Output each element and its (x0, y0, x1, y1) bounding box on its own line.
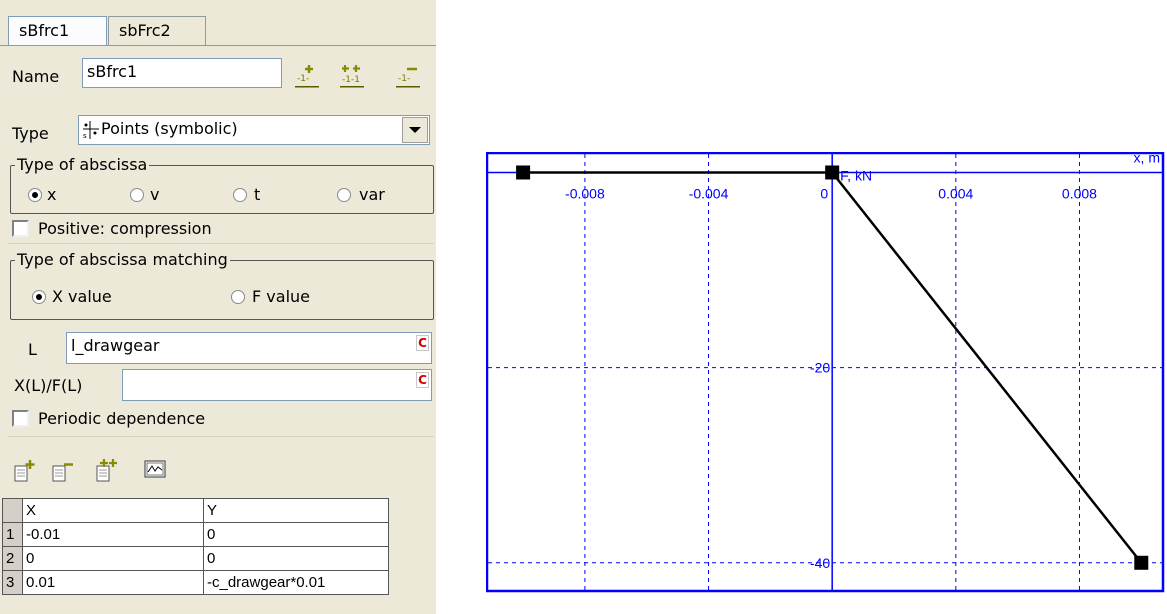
xf-c-button[interactable]: C (416, 372, 429, 388)
abscissa-group-title: Type of abscissa (15, 155, 150, 175)
radio-label-xvalue: X value (52, 287, 112, 306)
data-point (825, 165, 840, 180)
radio-matching-xvalue[interactable] (32, 290, 46, 304)
periodic-label: Periodic dependence (38, 409, 206, 428)
matching-group-title: Type of abscissa matching (15, 250, 230, 270)
radio-label-var: var (359, 185, 385, 204)
radio-abscissa-x[interactable] (28, 188, 42, 202)
name-input[interactable]: sBfrc1 (82, 58, 282, 88)
cell-x[interactable]: -0.01 (22, 522, 204, 547)
svg-text:-1-: -1- (398, 74, 410, 84)
y-tick-label: -40 (810, 555, 830, 571)
points-symbolic-icon: s (82, 120, 100, 144)
x-tick-label: 0.008 (1062, 185, 1097, 201)
add-row-icon[interactable] (12, 458, 38, 484)
row-number[interactable]: 2 (2, 546, 23, 571)
force-displacement-plot: -0.008 -0.004 0 0.004 0.008 -20 -40 x, m F, kN (486, 152, 1165, 593)
radio-label-x: x (47, 185, 57, 204)
settings-panel: sBfrc1 sbFrc2 Name sBfrc1 -1- -1-1 -1- T… (0, 0, 436, 614)
type-select[interactable]: s Points (symbolic) (78, 115, 430, 145)
add-frame-icon[interactable]: -1- (294, 62, 320, 88)
x-axis-label: x, m (1134, 152, 1160, 165)
points-table: X Y 1 -0.01 0 2 0 0 3 0.01 -c_drawgear*0… (2, 498, 389, 595)
svg-text:-1-1: -1-1 (342, 75, 360, 85)
table-row: 3 0.01 -c_drawgear*0.01 (2, 570, 389, 595)
radio-abscissa-var[interactable] (337, 188, 351, 202)
insert-rows-icon[interactable] (94, 458, 120, 484)
type-label: Type (12, 124, 49, 143)
radio-abscissa-t[interactable] (233, 188, 247, 202)
positive-compression-checkbox[interactable] (12, 220, 29, 237)
delete-row-icon[interactable] (50, 458, 76, 484)
corner-cell (2, 498, 23, 523)
svg-text:-1-: -1- (297, 74, 309, 84)
cell-y[interactable]: 0 (203, 546, 389, 571)
radio-label-fvalue: F value (252, 287, 310, 306)
radio-label-v: v (150, 185, 160, 204)
y-tick-label: -20 (810, 360, 830, 376)
periodic-checkbox[interactable] (12, 410, 29, 427)
column-header-y[interactable]: Y (203, 498, 389, 523)
cell-y[interactable]: -c_drawgear*0.01 (203, 570, 389, 595)
remove-frame-icon[interactable]: -1- (395, 62, 421, 88)
x-tick-label: 0.004 (938, 185, 973, 201)
divider (8, 243, 434, 244)
l-label: L (28, 340, 37, 359)
radio-label-t: t (254, 185, 261, 204)
xf-input[interactable]: C (122, 369, 432, 401)
x-tick-label: 0 (820, 185, 828, 201)
l-value: l_drawgear (71, 336, 160, 355)
positive-compression-label: Positive: compression (38, 219, 212, 238)
table-row: 2 0 0 (2, 546, 389, 571)
xf-label: X(L)/F(L) (14, 376, 83, 395)
add-multiple-icon[interactable]: -1-1 (339, 62, 365, 88)
table-row: 1 -0.01 0 (2, 522, 389, 547)
divider (8, 436, 434, 437)
show-graph-icon[interactable] (142, 456, 168, 482)
cell-x[interactable]: 0 (22, 546, 204, 571)
chevron-down-icon[interactable] (402, 117, 428, 143)
column-header-x[interactable]: X (22, 498, 204, 523)
cell-y[interactable]: 0 (203, 522, 389, 547)
tab-sbfrc2[interactable]: sbFrc2 (108, 16, 206, 46)
svg-text:s: s (83, 132, 87, 140)
x-tick-label: -0.008 (565, 185, 605, 201)
row-number[interactable]: 1 (2, 522, 23, 547)
data-point (516, 165, 531, 180)
row-number[interactable]: 3 (2, 570, 23, 595)
x-tick-label: -0.004 (689, 185, 729, 201)
l-c-button[interactable]: C (416, 335, 429, 351)
radio-abscissa-v[interactable] (130, 188, 144, 202)
y-axis-label: F, kN (840, 167, 872, 183)
tab-sbfrc1[interactable]: sBfrc1 (8, 16, 107, 46)
tab-divider (0, 45, 436, 46)
cell-x[interactable]: 0.01 (22, 570, 204, 595)
type-value: Points (symbolic) (101, 119, 238, 138)
l-input[interactable]: l_drawgear C (66, 332, 432, 364)
data-point (1134, 555, 1149, 570)
radio-matching-fvalue[interactable] (231, 290, 245, 304)
name-label: Name (12, 67, 60, 86)
